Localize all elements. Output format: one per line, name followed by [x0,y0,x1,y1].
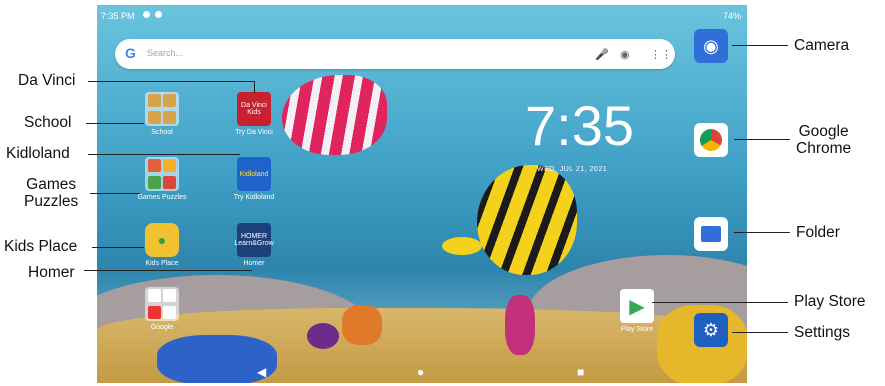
kidloland-icon: Kidloland [237,157,271,191]
callout-line-play-store [652,302,788,303]
callout-line-kidloland [88,154,240,155]
callout-line-da-vinci-drop [254,81,255,93]
fish-yellow-striped [477,165,577,275]
callout-folder: Folder [796,224,840,241]
davinci-app[interactable]: Da Vinci Kids Try Da Vinci [219,92,289,136]
mic-icon[interactable]: 🎤 [595,48,609,61]
callout-games-puzzles: Games Puzzles [24,176,79,210]
google-folder-icon [145,287,179,321]
callout-line-homer [84,270,252,271]
school-folder-icon [145,92,179,126]
google-logo-icon: G [125,45,136,61]
callout-line-games-puzzles [90,193,140,194]
navigation-bar: ◀ ● ■ [97,363,747,383]
tablet-home-screen: 7:35 PM 74% G Search... 🎤 ◉ ⋮⋮ 7:35 WED,… [97,5,747,383]
school-folder[interactable]: School [127,92,197,136]
callout-homer: Homer [28,264,75,281]
home-icon[interactable]: ● [417,365,424,379]
camera-app[interactable]: ◉ [694,29,728,63]
callout-kids-place: Kids Place [4,238,78,255]
homer-app[interactable]: HOMER Learn&Grow Homer [219,223,289,267]
callout-da-vinci: Da Vinci [18,72,76,89]
recents-icon[interactable]: ■ [577,365,584,379]
folder-app[interactable] [694,217,728,251]
settings-app[interactable]: ⚙ [694,313,728,347]
angelfish-red [282,75,387,155]
clock-date: WED, JUL 21, 2021 [537,166,608,173]
play-store-app[interactable]: ▶ Play Store [602,289,672,333]
games-puzzles-folder-icon [145,157,179,191]
callout-play-store: Play Store [794,293,866,310]
callout-line-chrome [734,139,790,140]
play-store-label: Play Store [620,326,654,333]
coral-pink [505,295,535,355]
google-folder[interactable]: Google [127,287,197,331]
callout-line-da-vinci [88,81,254,82]
callout-google-chrome: Google Chrome [796,123,852,157]
status-bar: 7:35 PM 74% [97,5,747,27]
fish-yellow-nose [442,237,482,255]
coral-purple [307,323,339,349]
chrome-app[interactable] [694,123,728,157]
school-label: School [151,129,173,136]
google-folder-label: Google [150,324,174,331]
camera-icon: ◉ [703,35,719,56]
games-puzzles-label: Games Puzzles [137,194,187,201]
callout-line-settings [732,332,788,333]
lens-icon[interactable]: ◉ [620,48,630,61]
battery-indicator: 74% [722,11,741,21]
callout-camera: Camera [794,37,850,54]
settings-icon: ⚙ [702,319,720,340]
callout-line-folder [734,232,790,233]
kids-place-icon: ● [145,223,179,257]
coral-orange [342,305,382,345]
play-store-icon: ▶ [620,289,654,323]
chrome-icon [700,129,722,151]
callout-settings: Settings [794,324,851,341]
search-placeholder: Search... [147,48,184,58]
davinci-label: Try Da Vinci [235,129,273,136]
homer-icon: HOMER Learn&Grow [234,223,274,257]
callout-line-school [86,123,144,124]
callout-kidloland: Kidloland [6,145,70,162]
apps-grid-icon[interactable]: ⋮⋮ [650,48,672,61]
status-time: 7:35 PM [101,11,135,21]
kids-place-app[interactable]: ● Kids Place [127,223,197,267]
kidloland-app[interactable]: Kidloland Try Kidloland [219,157,289,201]
callout-line-kids-place [92,247,144,248]
callout-line-camera [732,45,788,46]
notification-status-icon [155,11,162,18]
homer-label: Homer [243,260,265,267]
google-search-bar[interactable]: G Search... 🎤 ◉ ⋮⋮ [115,39,675,69]
back-icon[interactable]: ◀ [257,365,266,379]
kidloland-label: Try Kidloland [233,194,275,201]
clock-time: 7:35 [525,94,634,157]
folder-icon [701,226,721,242]
callout-school: School [24,114,72,131]
davinci-icon: Da Vinci Kids [237,92,271,126]
games-puzzles-folder[interactable]: Games Puzzles [127,157,197,201]
kids-place-label: Kids Place [145,260,179,267]
settings-status-icon [143,11,150,18]
